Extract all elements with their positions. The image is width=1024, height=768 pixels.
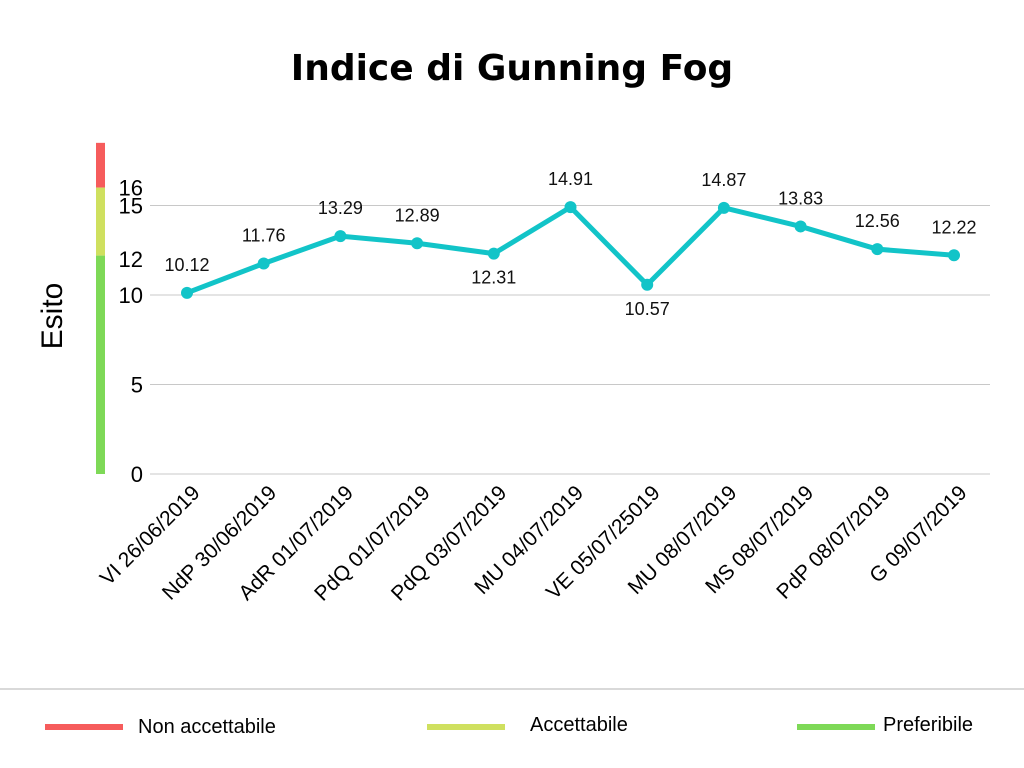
data-label: 12.31 xyxy=(471,268,516,288)
data-point xyxy=(411,237,424,250)
data-label: 13.83 xyxy=(778,188,823,208)
y-tick-label: 5 xyxy=(131,373,143,398)
y-tick-label: 12 xyxy=(119,247,143,272)
data-label: 14.87 xyxy=(701,170,746,190)
data-point xyxy=(181,286,193,299)
legend-swatch xyxy=(427,724,505,730)
data-point xyxy=(257,257,270,270)
threshold-band-0 xyxy=(96,142,105,188)
data-point xyxy=(334,230,347,243)
data-label: 12.22 xyxy=(931,217,976,237)
y-tick-label: 0 xyxy=(131,462,143,487)
y-tick-label: 16 xyxy=(119,176,143,201)
legend-swatch xyxy=(45,724,123,730)
data-point xyxy=(717,201,730,214)
data-label: 10.12 xyxy=(164,255,209,275)
data-label: 10.57 xyxy=(625,299,670,319)
threshold-band-2 xyxy=(96,255,105,474)
data-point xyxy=(871,243,884,256)
data-point xyxy=(794,220,807,233)
data-label: 13.29 xyxy=(318,198,363,218)
legend-label: Non accettabile xyxy=(138,716,276,738)
data-point xyxy=(487,247,500,260)
series-line xyxy=(184,204,957,296)
chart: Indice di Gunning Fog Esito 0510121516 V… xyxy=(0,48,1024,738)
y-tick-label: 10 xyxy=(119,283,143,308)
data-point xyxy=(948,249,960,262)
legend-label: Preferibile xyxy=(883,714,973,736)
data-label: 11.76 xyxy=(242,225,286,245)
threshold-band-1 xyxy=(96,187,105,256)
legend-label: Accettabile xyxy=(530,714,628,736)
legend-swatch xyxy=(797,724,875,730)
data-label: 12.89 xyxy=(395,205,440,225)
data-label: 12.56 xyxy=(855,211,900,231)
data-point xyxy=(564,201,577,214)
y-axis-label: Esito xyxy=(36,283,69,350)
chart-title: Indice di Gunning Fog xyxy=(291,48,733,89)
data-point xyxy=(641,278,654,291)
data-label: 14.91 xyxy=(548,169,593,189)
